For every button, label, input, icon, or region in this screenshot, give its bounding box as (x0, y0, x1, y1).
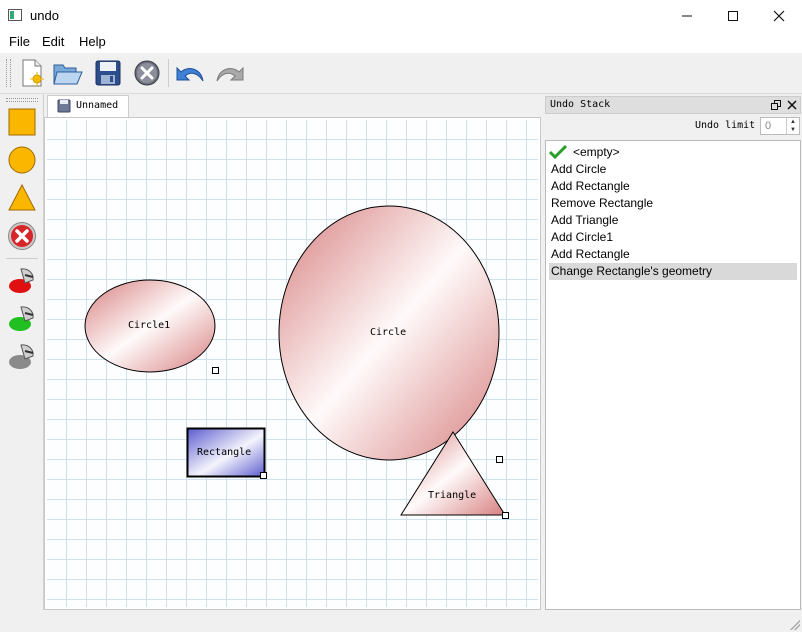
undo-item[interactable]: Add Circle (549, 161, 797, 178)
menu-bar: File Edit Help (0, 31, 802, 53)
circle-tool-icon (8, 146, 36, 174)
set-red-color-button[interactable] (4, 262, 40, 298)
remove-shape-button[interactable] (4, 218, 40, 254)
undo-limit-spinbox[interactable]: 0 ▲ ▼ (760, 117, 800, 135)
resize-handle[interactable] (496, 456, 503, 463)
shapes-toolbar-grip[interactable] (6, 98, 38, 102)
menu-help[interactable]: Help (79, 34, 106, 49)
float-dock-button[interactable] (771, 100, 781, 110)
green-color-icon (9, 306, 34, 331)
red-color-icon (9, 268, 34, 293)
add-triangle-button[interactable] (4, 180, 40, 216)
undo-stack-dock-title: Undo Stack (545, 96, 801, 114)
triangle-label: Triangle (428, 490, 477, 501)
minimize-button[interactable] (664, 0, 710, 31)
undo-item[interactable]: Add Rectangle (549, 178, 797, 195)
shapes-toolbar-separator (6, 258, 38, 259)
undo-item[interactable]: Remove Rectangle (549, 195, 797, 212)
redo-arrow-icon (216, 66, 244, 82)
triangle-tool-icon (8, 183, 36, 211)
set-green-color-button[interactable] (4, 300, 40, 336)
add-rectangle-button[interactable] (4, 104, 40, 140)
app-icon (8, 9, 22, 21)
window-title: undo (30, 8, 59, 23)
remove-shape-icon (8, 222, 36, 250)
open-button[interactable] (51, 57, 85, 89)
main-toolbar (0, 53, 802, 94)
open-folder-icon (53, 64, 83, 85)
maximize-button[interactable] (710, 0, 756, 31)
undo-item[interactable]: Add Triangle (549, 212, 797, 229)
spin-arrows-icon[interactable]: ▲ ▼ (786, 118, 799, 134)
undo-button[interactable] (173, 57, 207, 89)
gray-color-icon (9, 344, 34, 369)
set-gray-color-button[interactable] (4, 338, 40, 374)
document-icon (57, 99, 71, 113)
undo-item-selected[interactable]: Change Rectangle's geometry (549, 263, 797, 280)
new-document-button[interactable] (14, 57, 48, 89)
close-document-button[interactable] (130, 57, 164, 89)
clean-state-check-icon (549, 145, 567, 159)
status-bar (0, 610, 802, 632)
close-window-button[interactable] (756, 0, 802, 31)
dock-title-label: Undo Stack (550, 99, 611, 110)
drawing-canvas[interactable]: Circle1 Circle Rectangle Triangle (47, 120, 538, 607)
undo-limit-label: Undo limit (695, 120, 756, 131)
title-bar: undo (0, 0, 802, 31)
close-dock-button[interactable] (787, 100, 797, 110)
add-circle-button[interactable] (4, 142, 40, 178)
toolbar-separator (168, 59, 169, 87)
maximize-icon (728, 10, 738, 21)
undo-item[interactable]: Add Rectangle (549, 246, 797, 263)
redo-button[interactable] (213, 57, 247, 89)
undo-arrow-icon (176, 66, 204, 82)
circle1-label: Circle1 (128, 320, 171, 331)
rectangle-label: Rectangle (197, 447, 252, 458)
resize-handle[interactable] (502, 512, 509, 519)
document-view: Circle1 Circle Rectangle Triangle (44, 117, 541, 610)
tab-unnamed[interactable]: Unnamed (47, 95, 129, 117)
circle-label: Circle (370, 327, 407, 338)
minimize-icon (682, 15, 692, 16)
save-button[interactable] (91, 57, 125, 89)
rectangle-tool-icon (8, 108, 36, 136)
resize-handle[interactable] (260, 472, 267, 479)
save-floppy-icon (95, 60, 121, 86)
shapes-toolbar (0, 94, 44, 610)
menu-file[interactable]: File (9, 34, 30, 49)
undo-item[interactable]: Add Circle1 (549, 229, 797, 246)
shapes-layer (84, 205, 509, 519)
undo-item-empty[interactable]: <empty> (571, 144, 771, 161)
resize-handle[interactable] (212, 367, 219, 374)
close-icon (773, 10, 785, 21)
size-grip[interactable] (790, 620, 800, 630)
undo-stack-list[interactable]: <empty> Add Circle Add Rectangle Remove … (545, 140, 801, 610)
close-document-icon (134, 60, 160, 86)
tab-label: Unnamed (76, 100, 119, 111)
new-document-icon (22, 59, 44, 87)
undo-limit-value: 0 (765, 120, 772, 132)
menu-edit[interactable]: Edit (42, 34, 64, 49)
toolbar-grip[interactable] (6, 59, 11, 87)
